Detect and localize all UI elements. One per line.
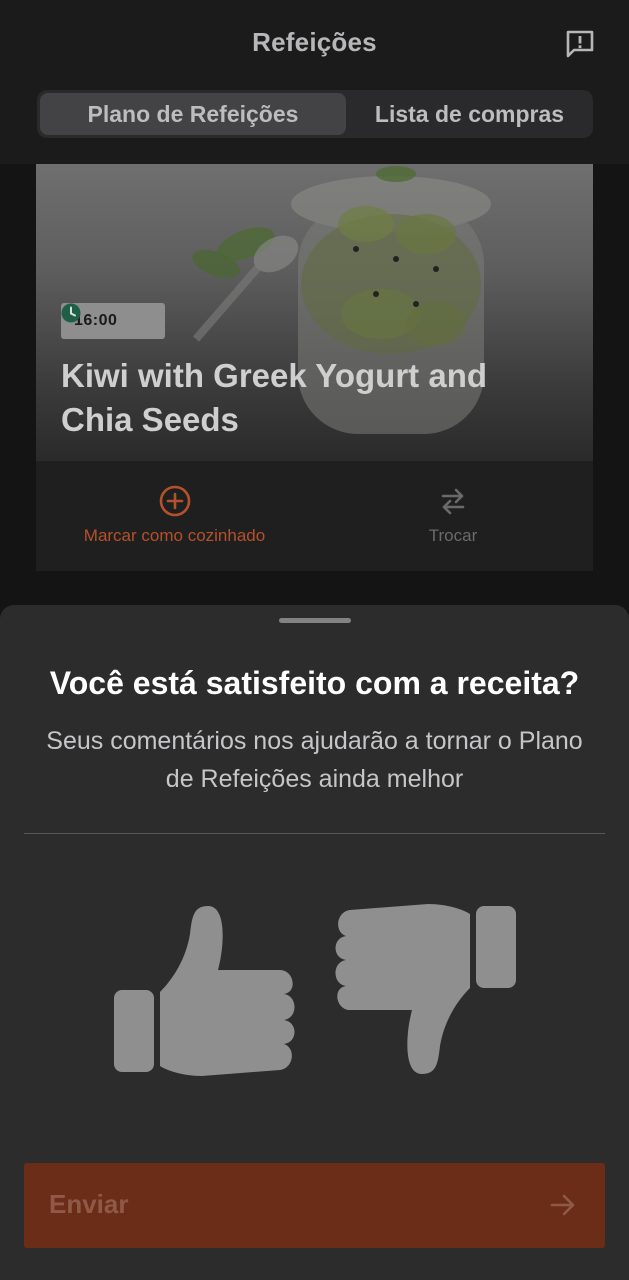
feedback-button[interactable]: [563, 27, 597, 61]
feedback-bottom-sheet: Você está satisfeito com a receita? Seus…: [0, 605, 629, 1280]
thumbs-down-button[interactable]: [330, 898, 518, 1078]
recipe-title[interactable]: Kiwi with Greek Yogurt and Chia Seeds: [61, 354, 561, 442]
feedback-title: Você está satisfeito com a receita?: [49, 665, 580, 701]
swap-button[interactable]: Trocar: [313, 461, 593, 571]
page-title: Refeições: [252, 27, 377, 57]
recipe-actions: Marcar como cozinhado Trocar: [36, 460, 593, 571]
thumbs-up-button[interactable]: [112, 898, 300, 1078]
tab-shopping-list[interactable]: Lista de compras: [349, 93, 590, 135]
recipe-image: 16:00 Kiwi with Greek Yogurt and Chia Se…: [36, 164, 593, 460]
clock-icon: [61, 303, 81, 323]
meal-segmented-control: Plano de Refeições Lista de compras: [37, 90, 593, 138]
thumbs-down-icon: [335, 904, 516, 1074]
divider: [24, 833, 605, 834]
time-badge: 16:00: [61, 303, 165, 339]
thumbs-up-icon: [114, 906, 295, 1076]
mark-cooked-button[interactable]: Marcar como cozinhado: [36, 461, 313, 571]
swap-arrows-icon: [441, 488, 465, 515]
submit-button[interactable]: Enviar: [24, 1163, 605, 1248]
sheet-drag-handle[interactable]: [279, 618, 351, 623]
submit-label: Enviar: [49, 1189, 129, 1219]
plus-circle-icon: [159, 485, 190, 517]
feedback-subtitle: Seus comentários nos ajudarão a tornar o…: [46, 727, 583, 793]
app-header: Refeições Plano de Refeições Lista de co…: [0, 0, 629, 164]
arrow-right-icon: [550, 1194, 575, 1216]
mark-cooked-label: Marcar como cozinhado: [83, 526, 266, 545]
tab-meal-plan[interactable]: Plano de Refeições: [40, 93, 346, 135]
feedback-flag-icon: [566, 30, 594, 58]
swap-label: Trocar: [428, 526, 478, 545]
recipe-card[interactable]: 16:00 Kiwi with Greek Yogurt and Chia Se…: [36, 164, 593, 571]
